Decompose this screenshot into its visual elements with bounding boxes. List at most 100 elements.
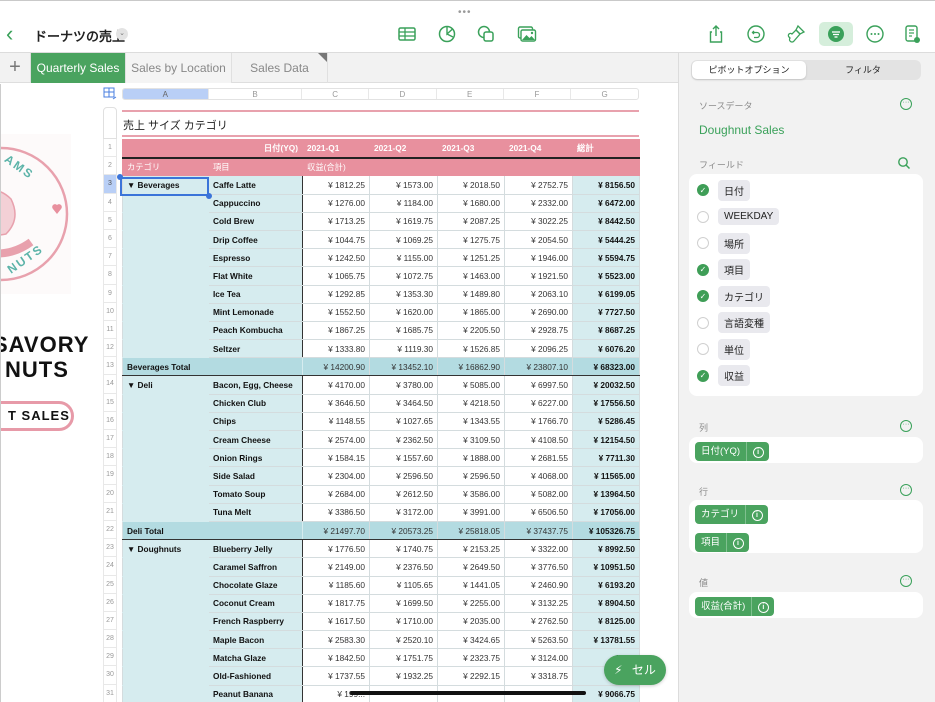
row-number[interactable]: 31 xyxy=(103,684,117,702)
segment-pivot-options[interactable]: ピボットオプション xyxy=(692,61,806,79)
q4-cell[interactable]: ¥ 2690.00 xyxy=(504,302,574,322)
q1-cell[interactable]: ¥ 1276.00 xyxy=(302,193,371,213)
column-field-label[interactable]: 日付(YQ) xyxy=(121,138,304,159)
q2-cell[interactable]: ¥ 1573.00 xyxy=(369,175,439,195)
total-cell[interactable]: ¥ 13964.50 xyxy=(572,484,641,504)
q4-cell[interactable]: ¥ 5082.00 xyxy=(504,484,574,504)
chart-icon[interactable] xyxy=(436,23,458,45)
q3-cell[interactable]: ¥ 25818.05 xyxy=(437,520,506,541)
row-number[interactable]: 13 xyxy=(103,357,117,376)
column-field-pill[interactable]: 日付(YQ) i xyxy=(695,442,770,461)
rows-more-icon[interactable]: ··· xyxy=(900,484,912,496)
q3-cell[interactable]: ¥ 5085.00 xyxy=(437,375,506,395)
total-cell[interactable]: ¥ 6199.05 xyxy=(572,284,641,304)
q2-cell[interactable]: ¥ 2596.50 xyxy=(369,466,439,486)
total-cell[interactable]: ¥ 8125.00 xyxy=(572,611,641,632)
total-cell[interactable]: ¥ 105326.75 xyxy=(572,520,641,541)
q2-cell[interactable]: ¥ 1740.75 xyxy=(369,539,439,559)
tab-sales-by-location[interactable]: Sales by Location xyxy=(126,53,232,83)
q1-cell[interactable]: ¥ 2304.00 xyxy=(302,466,371,486)
q2-cell[interactable]: ¥ 1557.60 xyxy=(369,448,439,468)
category-cell[interactable] xyxy=(122,411,209,432)
item-cell[interactable]: Peach Kombucha xyxy=(207,320,304,341)
category-cell[interactable] xyxy=(122,593,209,613)
q3-cell[interactable]: ¥ 3991.00 xyxy=(437,502,506,522)
q2-cell[interactable]: ¥ 1751.75 xyxy=(369,648,439,668)
q2-cell[interactable]: ¥ 1184.00 xyxy=(369,193,439,213)
field-item[interactable]: WEEKDAY xyxy=(689,204,923,231)
row-number[interactable]: 14 xyxy=(103,375,117,394)
q2-cell[interactable]: ¥ 2612.50 xyxy=(369,484,439,504)
item-cell[interactable]: Seltzer xyxy=(207,339,304,359)
row-number[interactable]: 6 xyxy=(103,229,117,249)
q1-cell[interactable]: ¥ 1812.25 xyxy=(302,175,371,195)
q1-cell[interactable]: ¥ 1065.75 xyxy=(302,266,371,286)
more-icon[interactable] xyxy=(864,23,886,45)
column-header-b[interactable]: B xyxy=(209,89,303,99)
q3-cell[interactable]: ¥ 1251.25 xyxy=(437,248,506,268)
q1-cell[interactable]: ¥ 1148.55 xyxy=(302,411,371,432)
item-cell[interactable]: Drip Coffee xyxy=(207,229,304,250)
item-cell[interactable]: Bacon, Egg, Cheese xyxy=(207,375,304,395)
info-icon[interactable]: i xyxy=(727,537,749,549)
category-cell[interactable] xyxy=(122,648,209,668)
row-number[interactable]: 9 xyxy=(103,284,117,303)
row-number[interactable]: 28 xyxy=(103,630,117,649)
item-cell[interactable]: Maple Bacon xyxy=(207,630,304,650)
column-header-a[interactable]: A xyxy=(123,89,209,99)
category-cell[interactable] xyxy=(122,339,209,359)
q1-cell[interactable]: ¥ 1617.50 xyxy=(302,611,371,632)
q2-cell[interactable]: ¥ 1027.65 xyxy=(369,411,439,432)
home-indicator[interactable] xyxy=(350,691,586,695)
category-cell[interactable]: ▼ Beverages xyxy=(122,175,209,195)
category-cell[interactable] xyxy=(122,266,209,286)
row-number[interactable]: 18 xyxy=(103,448,117,467)
q4-cell[interactable]: ¥ 2928.75 xyxy=(504,320,574,341)
field-item[interactable]: ✓ カテゴリ xyxy=(689,283,923,310)
item-cell[interactable]: Chicken Club xyxy=(207,393,304,413)
total-cell[interactable]: ¥ 5594.75 xyxy=(572,248,641,268)
q1-cell[interactable]: ¥ 1333.80 xyxy=(302,339,371,359)
field-search-icon[interactable] xyxy=(897,156,911,170)
q1-cell[interactable]: ¥ 1776.50 xyxy=(302,539,371,559)
field-chip[interactable]: 日付 xyxy=(718,179,750,201)
total-cell[interactable]: ¥ 7727.50 xyxy=(572,302,641,322)
category-cell[interactable]: ▼ Deli xyxy=(122,375,209,395)
q2-cell[interactable]: ¥ 2520.10 xyxy=(369,630,439,650)
q3-cell[interactable]: ¥ 2596.50 xyxy=(437,466,506,486)
q2-cell[interactable]: ¥ 1155.00 xyxy=(369,248,439,268)
field-chip[interactable]: 項目 xyxy=(718,259,750,281)
q1-cell[interactable]: ¥ 1584.15 xyxy=(302,448,371,468)
row-number[interactable]: 15 xyxy=(103,393,117,412)
q4-cell[interactable]: ¥ 1921.50 xyxy=(504,266,574,286)
q1-cell[interactable]: ¥ 1737.55 xyxy=(302,666,371,686)
columns-more-icon[interactable]: ··· xyxy=(900,420,912,432)
category-cell[interactable] xyxy=(122,211,209,231)
q4-cell[interactable]: ¥ 2752.75 xyxy=(504,175,574,195)
column-header-g[interactable]: G xyxy=(571,89,638,99)
q4-cell[interactable]: ¥ 6227.00 xyxy=(504,393,574,413)
unchecked-circle-icon[interactable] xyxy=(697,316,709,329)
category-cell[interactable] xyxy=(122,466,209,486)
q3-cell[interactable]: ¥ 3109.50 xyxy=(437,429,506,450)
total-cell[interactable]: ¥ 8687.25 xyxy=(572,320,641,341)
selection-handle-bottom[interactable] xyxy=(206,193,212,199)
category-cell[interactable]: Beverages Total xyxy=(121,357,304,377)
total-cell[interactable]: ¥ 17556.50 xyxy=(572,393,641,413)
category-cell[interactable] xyxy=(122,229,209,250)
source-data-name[interactable]: Doughnut Sales xyxy=(699,123,784,137)
row-number[interactable]: 21 xyxy=(103,502,117,521)
row-number[interactable]: 29 xyxy=(103,648,117,667)
q2-cell[interactable]: ¥ 1353.30 xyxy=(369,284,439,304)
field-chip[interactable]: カテゴリ xyxy=(718,285,770,307)
q1-cell[interactable]: ¥ 2583.30 xyxy=(302,630,371,650)
item-cell[interactable]: Tomato Soup xyxy=(207,484,304,504)
field-chip[interactable]: 言語変種 xyxy=(718,312,770,334)
item-cell[interactable]: Matcha Glaze xyxy=(207,648,304,668)
document-title[interactable]: ドーナツの売上 xyxy=(34,26,125,45)
q4-cell[interactable]: ¥ 2054.50 xyxy=(504,229,574,250)
back-chevron-icon[interactable]: ‹ xyxy=(6,23,22,45)
checkmark-icon[interactable]: ✓ xyxy=(697,369,709,382)
tab-sales-data[interactable]: Sales Data xyxy=(232,53,328,83)
category-cell[interactable] xyxy=(122,557,209,577)
